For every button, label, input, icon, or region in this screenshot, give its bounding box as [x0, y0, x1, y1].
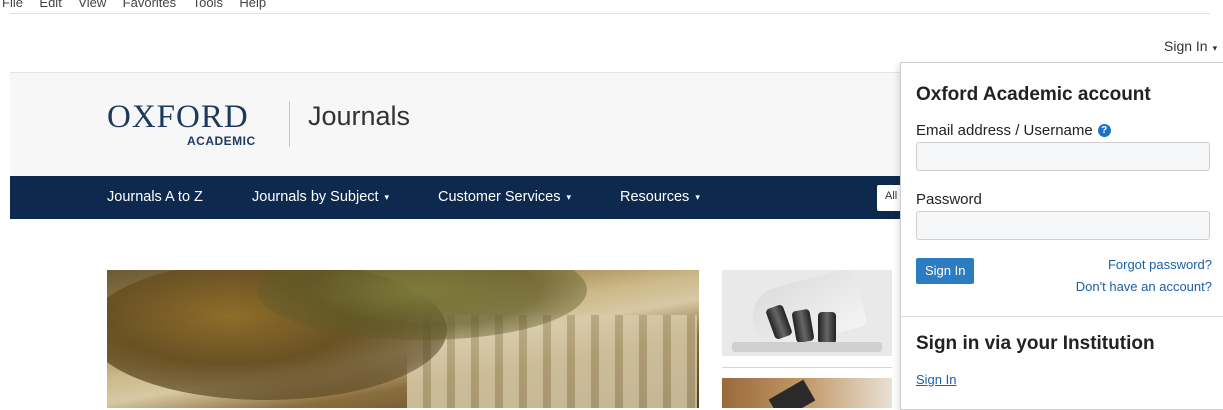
sign-in-submit-button[interactable]: Sign In: [916, 258, 975, 284]
dropdown-caret-icon: ▾: [695, 192, 700, 202]
nav-journals-a-to-z[interactable]: Journals A to Z: [107, 189, 203, 205]
section-title[interactable]: Journals: [308, 101, 410, 132]
dropdown-caret-icon: ▾: [384, 192, 390, 202]
nav-customer-services[interactable]: Customer Services ▾: [438, 189, 571, 205]
hero-image[interactable]: [107, 270, 699, 408]
menu-file[interactable]: File: [2, 0, 23, 10]
microscope-base: [732, 342, 882, 352]
nav-resources[interactable]: Resources ▾: [620, 189, 700, 205]
topbar-sign-in-label: Sign In: [1164, 38, 1208, 54]
password-label: Password: [916, 191, 982, 208]
logo-subtitle: ACADEMIC: [187, 134, 256, 148]
email-field[interactable]: [916, 142, 1210, 171]
microscope-lens: [818, 312, 836, 344]
password-field[interactable]: [916, 211, 1210, 240]
menu-edit[interactable]: Edit: [39, 0, 61, 10]
menu-tools[interactable]: Tools: [193, 0, 223, 10]
menu-separator: [10, 13, 1210, 14]
chevron-down-icon: ▾: [1212, 43, 1218, 53]
menu-favorites[interactable]: Favorites: [123, 0, 176, 10]
menu-help[interactable]: Help: [239, 0, 266, 10]
email-label: Email address / Username: [916, 122, 1093, 139]
account-heading: Oxford Academic account: [916, 84, 1151, 105]
nav-item-label: Journals A to Z: [107, 189, 203, 205]
nav-item-label: Journals by Subject: [252, 189, 379, 205]
dropdown-caret-icon: ▾: [566, 192, 572, 202]
nav-item-label: Customer Services: [438, 189, 561, 205]
logo-divider: [289, 101, 290, 147]
thumbnail-divider: [722, 367, 892, 368]
topbar-sign-in-button[interactable]: Sign In ▾: [1164, 38, 1217, 54]
institution-heading: Sign in via your Institution: [916, 333, 1155, 354]
nav-journals-by-subject[interactable]: Journals by Subject ▾: [252, 189, 389, 205]
article-thumbnail[interactable]: [722, 378, 892, 408]
help-icon[interactable]: ?: [1097, 124, 1111, 137]
thumbnail-object: [768, 379, 816, 408]
forgot-password-link[interactable]: Forgot password?: [1108, 257, 1212, 272]
search-scope-label: All: [885, 190, 898, 202]
create-account-link[interactable]: Don't have an account?: [1076, 279, 1212, 294]
menu-view[interactable]: View: [78, 0, 106, 10]
institution-sign-in-link[interactable]: Sign In: [916, 372, 956, 387]
nav-item-label: Resources: [620, 189, 690, 205]
sign-in-dropdown-panel: Oxford Academic account Email address / …: [900, 62, 1223, 410]
panel-divider: [901, 316, 1223, 317]
browser-menu-bar: File Edit View Favorites Tools Help: [0, 0, 1223, 14]
oxford-academic-logo[interactable]: OXFORD: [107, 99, 249, 136]
microscope-thumbnail[interactable]: [722, 270, 892, 356]
email-label-row: Email address / Username?: [916, 122, 1111, 139]
